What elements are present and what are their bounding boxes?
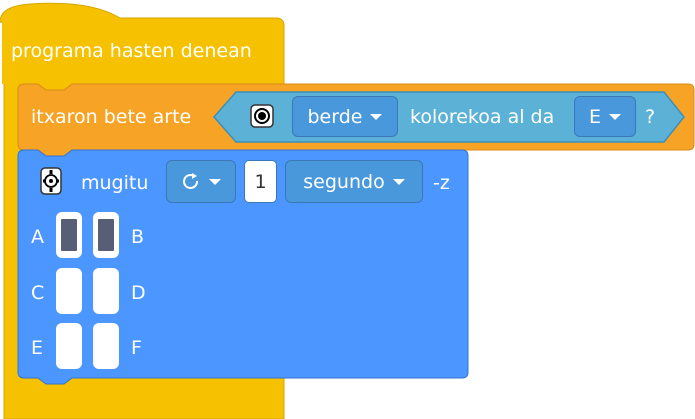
color-dropdown-value: berde xyxy=(307,105,363,128)
motor-label-f: F xyxy=(131,337,142,359)
dropdown-caret-icon xyxy=(370,113,383,120)
motor-slot-d[interactable] xyxy=(93,268,119,314)
motor-slot-e[interactable] xyxy=(56,323,82,369)
motor-slot-c[interactable] xyxy=(56,268,82,314)
motor-slot-f[interactable] xyxy=(93,323,119,369)
motor-slot-b[interactable] xyxy=(93,212,119,258)
color-dropdown[interactable]: berde xyxy=(292,96,398,137)
motor-label-a: A xyxy=(31,226,44,248)
condition-text: kolorekoa al da xyxy=(410,106,555,128)
sensor-port-value: E xyxy=(588,105,601,128)
wait-block-label: itxaron bete arte xyxy=(31,106,192,128)
color-sensor-icon xyxy=(250,104,274,128)
dropdown-caret-icon xyxy=(609,113,621,120)
motor-label-d: D xyxy=(131,282,146,304)
move-block-label: mugitu xyxy=(81,172,149,194)
duration-value: 1 xyxy=(254,170,267,193)
motor-label-c: C xyxy=(31,282,45,304)
question-mark: ? xyxy=(645,106,656,128)
duration-input[interactable]: 1 xyxy=(244,160,277,203)
sensor-port-dropdown[interactable]: E xyxy=(574,96,636,137)
rotate-direction-icon xyxy=(181,172,201,192)
motor-label-e: E xyxy=(31,337,44,359)
motor-slot-a-fill xyxy=(61,219,77,251)
motor-slot-b-fill xyxy=(98,219,114,251)
dropdown-caret-icon xyxy=(209,178,221,185)
direction-dropdown[interactable] xyxy=(166,160,236,203)
motor-slot-a[interactable] xyxy=(56,212,82,258)
robot-icon xyxy=(40,167,62,195)
hat-block-label: programa hasten denean xyxy=(11,40,252,62)
unit-suffix: -z xyxy=(433,172,450,194)
dropdown-caret-icon xyxy=(392,178,405,185)
unit-dropdown[interactable]: segundo xyxy=(285,160,423,203)
motor-label-b: B xyxy=(131,226,145,248)
unit-dropdown-value: segundo xyxy=(303,170,385,193)
